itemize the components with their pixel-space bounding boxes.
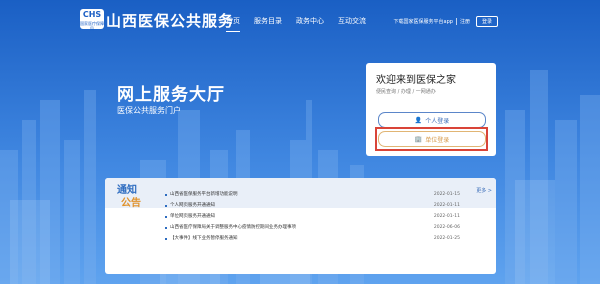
unit-login-highlight: [375, 127, 488, 151]
notice-title: 个人网页服务开通通知: [170, 203, 215, 208]
notice-tag: 通知 公告: [117, 184, 141, 210]
notice-date: 2022-01-15: [433, 192, 460, 197]
download-app-link[interactable]: 下载国家医保服务平台app: [394, 18, 453, 25]
notice-date: 2022-01-11: [433, 203, 460, 208]
notice-panel: 通知 公告 更多 > 山西省医保服务平台新增功能说明 2022-01-15 个人…: [105, 178, 496, 274]
header-actions: 下载国家医保服务平台app 注册 登录: [394, 16, 600, 27]
header-login-button[interactable]: 登录: [475, 16, 498, 27]
bullet-icon: [165, 238, 167, 240]
notice-item[interactable]: 山西省医保服务平台新增功能说明 2022-01-15: [165, 189, 460, 200]
notice-date: 2022-06-06: [433, 225, 460, 230]
notice-title: 【大事件】线下业务暂停服务通知: [170, 236, 238, 241]
main-nav: 首页 服务目录 政务中心 互动交流: [226, 16, 380, 32]
hero-subtitle: 医保公共服务门户: [117, 106, 181, 115]
bullet-icon: [165, 194, 167, 196]
top-header: CHS 国家医疗保障局 山西医保公共服务 首页 服务目录 政务中心 互动交流 下…: [0, 0, 600, 36]
notice-title: 单位网页服务开通通知: [170, 214, 215, 219]
notice-item[interactable]: 【大事件】线下业务暂停服务通知 2022-01-25: [165, 233, 460, 244]
logo-subtext: 国家医疗保障局: [80, 21, 104, 31]
divider: [455, 18, 457, 25]
welcome-title: 欢迎来到医保之家: [376, 75, 456, 86]
notice-item[interactable]: 个人网页服务开通通知 2022-01-11: [165, 200, 460, 211]
hero-title: 网上服务大厅: [117, 85, 225, 105]
nav-home[interactable]: 首页: [226, 16, 240, 32]
notice-title: 山西省医疗保障局关于调整服务中心疫情防控期间业务办理事项: [170, 225, 296, 230]
notice-tag-line1: 通知: [117, 185, 137, 196]
nav-service-catalog[interactable]: 服务目录: [254, 16, 282, 32]
notice-list: 山西省医保服务平台新增功能说明 2022-01-15 个人网页服务开通通知 20…: [165, 189, 460, 244]
notice-item[interactable]: 单位网页服务开通通知 2022-01-11: [165, 211, 460, 222]
bullet-icon: [165, 205, 167, 207]
notice-item[interactable]: 山西省医疗保障局关于调整服务中心疫情防控期间业务办理事项 2022-06-06: [165, 222, 460, 233]
user-icon: 👤: [414, 116, 423, 124]
logo-text: CHS: [82, 10, 102, 19]
site-title: 山西医保公共服务: [106, 12, 235, 30]
bullet-icon: [165, 216, 167, 218]
nav-interaction[interactable]: 互动交流: [338, 16, 366, 32]
notice-tag-line2: 公告: [121, 198, 141, 209]
chs-logo[interactable]: CHS 国家医疗保障局: [80, 9, 104, 31]
personal-login-label: 个人登录: [425, 117, 450, 125]
register-link[interactable]: 注册: [460, 18, 470, 25]
notice-title: 山西省医保服务平台新增功能说明: [170, 192, 238, 197]
welcome-subtitle: 便民查询 / 办理 / 一网通办: [376, 89, 436, 95]
bullet-icon: [165, 227, 167, 229]
notice-date: 2022-01-11: [433, 214, 460, 219]
personal-login-button[interactable]: 👤 个人登录: [378, 112, 486, 128]
more-link[interactable]: 更多 >: [476, 187, 492, 194]
nav-government-center[interactable]: 政务中心: [296, 16, 324, 32]
notice-date: 2022-01-25: [433, 236, 460, 241]
